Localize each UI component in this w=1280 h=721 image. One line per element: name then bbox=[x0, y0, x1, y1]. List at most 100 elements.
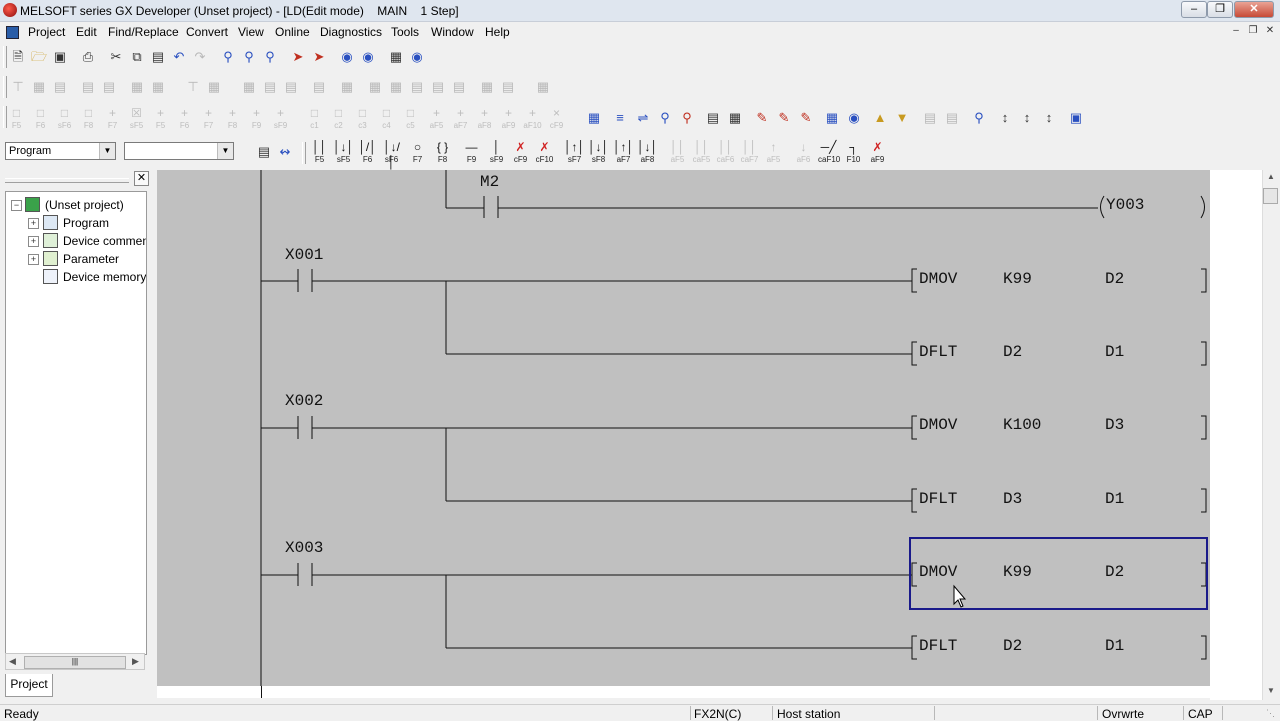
read-from-plc-icon[interactable]: ➤ bbox=[309, 47, 329, 67]
sfc-key[interactable]: □ F8 bbox=[78, 106, 99, 132]
expand-icon[interactable]: + bbox=[28, 218, 39, 229]
tree-item-program[interactable]: + Program bbox=[6, 214, 146, 232]
save-icon[interactable]: ▣ bbox=[50, 47, 70, 67]
sfc-key[interactable]: + sF9 bbox=[270, 106, 291, 132]
scroll-up-icon[interactable]: ▲ bbox=[1267, 172, 1275, 181]
sfc-key[interactable]: + aF9 bbox=[498, 106, 519, 132]
paste-icon[interactable]: ▤ bbox=[148, 47, 168, 67]
sfc-key[interactable]: □ F6 bbox=[30, 106, 51, 132]
falling-pulse-key[interactable]: │↓│ sF8 bbox=[588, 140, 609, 166]
sfc-key[interactable]: + aF10 bbox=[522, 106, 543, 132]
data-name-combo[interactable]: ▼ bbox=[124, 142, 234, 160]
closed-contact-key[interactable]: │/│ F6 bbox=[357, 140, 378, 166]
mdi-restore-button[interactable]: ❐ bbox=[1246, 25, 1260, 38]
delete-rule-line-key[interactable]: ✗ aF9 bbox=[867, 140, 888, 166]
search-icon[interactable]: ⚲ bbox=[969, 108, 989, 128]
disabled-key[interactable]: ↑ aF5 bbox=[763, 140, 784, 166]
application-instruction-key[interactable]: { } F8 bbox=[432, 140, 453, 166]
horizontal-line-key[interactable]: — F9 bbox=[461, 140, 482, 166]
find-instruction-icon[interactable]: ⚲ bbox=[239, 47, 259, 67]
ladder-monitor-icon[interactable]: ◉ bbox=[844, 108, 864, 128]
program-check-icon[interactable]: ▲ bbox=[870, 108, 890, 128]
sfc-icon[interactable]: ▤ bbox=[449, 77, 469, 97]
disabled-key[interactable]: ↓ aF6 bbox=[793, 140, 814, 166]
sfc-icon[interactable]: ▦ bbox=[477, 77, 497, 97]
write-mode-icon[interactable]: ✎ bbox=[774, 108, 794, 128]
maximize-button[interactable]: ❐ bbox=[1207, 1, 1233, 18]
scroll-left-icon[interactable]: ◀ bbox=[9, 656, 16, 667]
sfc-key[interactable]: □ c1 bbox=[304, 106, 325, 132]
sfc-icon[interactable]: ▤ bbox=[99, 77, 119, 97]
sfc-icon[interactable]: ▤ bbox=[281, 77, 301, 97]
sfc-key[interactable]: × cF9 bbox=[546, 106, 567, 132]
sfc-icon[interactable]: ▦ bbox=[533, 77, 553, 97]
menu-project[interactable]: Project bbox=[28, 25, 65, 39]
monitor-start-icon[interactable]: ◉ bbox=[337, 47, 357, 67]
zoom-icon[interactable]: ▦ bbox=[725, 108, 745, 128]
sfc-key[interactable]: + F7 bbox=[198, 106, 219, 132]
menu-diagnostics[interactable]: Diagnostics bbox=[320, 25, 382, 39]
tree-item-device-comment[interactable]: + Device commen bbox=[6, 232, 146, 250]
disabled-key[interactable]: ││ aF5 bbox=[667, 140, 688, 166]
rising-pulse-key[interactable]: │↑│ sF7 bbox=[564, 140, 585, 166]
sfc-icon[interactable]: ▤ bbox=[78, 77, 98, 97]
menu-window[interactable]: Window bbox=[431, 25, 474, 39]
sfc-icon[interactable]: ▤ bbox=[498, 77, 518, 97]
close-icon[interactable]: ✕ bbox=[134, 171, 149, 186]
vertical-line-key[interactable]: │ sF9 bbox=[486, 140, 507, 166]
statement-icon[interactable]: ⚲ bbox=[655, 108, 675, 128]
toolbar-grip[interactable] bbox=[302, 142, 306, 164]
scroll-down-icon[interactable]: ▼ bbox=[1267, 686, 1275, 695]
open-contact-key[interactable]: ││ F5 bbox=[309, 140, 330, 166]
app-icon[interactable] bbox=[3, 3, 17, 17]
transfer-setup-icon[interactable]: ▼ bbox=[892, 108, 912, 128]
sfc-key[interactable]: + aF7 bbox=[450, 106, 471, 132]
sfc-icon[interactable]: ▤ bbox=[309, 77, 329, 97]
toolbar-grip[interactable] bbox=[3, 76, 7, 98]
document-icon[interactable] bbox=[6, 26, 19, 39]
sfc-key[interactable]: ☒ sF5 bbox=[126, 106, 147, 132]
monitor-mode-icon[interactable]: ✎ bbox=[796, 108, 816, 128]
chevron-down-icon[interactable]: ▼ bbox=[217, 143, 233, 159]
scroll-right-icon[interactable]: ▶ bbox=[132, 656, 139, 667]
disabled-key[interactable]: ││ caF5 bbox=[691, 140, 712, 166]
step-icon[interactable]: ▤ bbox=[920, 108, 940, 128]
print-icon[interactable]: ⎙ bbox=[78, 47, 98, 67]
undo-icon[interactable]: ↶ bbox=[169, 47, 189, 67]
close-button[interactable]: ✕ bbox=[1234, 1, 1274, 18]
sfc-step-key[interactable]: □ F5 bbox=[6, 106, 27, 132]
sfc-key[interactable]: + F7 bbox=[102, 106, 123, 132]
open-folder-icon[interactable]: 🗁 bbox=[29, 47, 49, 67]
expand-icon[interactable]: + bbox=[28, 254, 39, 265]
tab-project[interactable]: Project bbox=[5, 674, 53, 697]
step-icon[interactable]: ▤ bbox=[942, 108, 962, 128]
rule-line-key[interactable]: ┐ F10 bbox=[843, 140, 864, 166]
device-test-icon[interactable]: ▦ bbox=[822, 108, 842, 128]
toolbar-grip[interactable] bbox=[3, 46, 7, 68]
delete-vertical-line-key[interactable]: ✗ cF10 bbox=[534, 140, 555, 166]
coil-key[interactable]: ○ F7 bbox=[407, 140, 428, 166]
menu-find-replace[interactable]: Find/Replace bbox=[108, 25, 179, 39]
sfc-key[interactable]: + aF5 bbox=[426, 106, 447, 132]
sfc-key[interactable]: + F9 bbox=[246, 106, 267, 132]
tree-root[interactable]: − (Unset project) bbox=[6, 196, 146, 214]
tree-item-parameter[interactable]: + Parameter bbox=[6, 250, 146, 268]
sfc-key[interactable]: □ c4 bbox=[376, 106, 397, 132]
sfc-key[interactable]: + aF8 bbox=[474, 106, 495, 132]
menu-tools[interactable]: Tools bbox=[391, 25, 419, 39]
write-to-plc-icon[interactable]: ➤ bbox=[288, 47, 308, 67]
redo-icon[interactable]: ↷ bbox=[190, 47, 210, 67]
data-type-combo[interactable]: Program ▼ bbox=[5, 142, 116, 160]
find-device-icon[interactable]: ⚲ bbox=[218, 47, 238, 67]
sfc-icon[interactable]: ▦ bbox=[29, 77, 49, 97]
delete-horizontal-line-key[interactable]: ✗ cF9 bbox=[510, 140, 531, 166]
menu-view[interactable]: View bbox=[238, 25, 264, 39]
sfc-icon[interactable]: ▤ bbox=[428, 77, 448, 97]
ladder-editor[interactable]: M2 Y003 X001 DMOV K99 D2 DFLT D2 D1 X002… bbox=[157, 170, 1210, 686]
tree-horizontal-scrollbar[interactable]: ◀ ||| ▶ bbox=[5, 653, 145, 670]
ladder-view-icon[interactable]: ▦ bbox=[584, 108, 604, 128]
sfc-key[interactable]: □ c5 bbox=[400, 106, 421, 132]
delete-row-icon[interactable]: ↕ bbox=[1017, 108, 1037, 128]
expand-icon[interactable]: + bbox=[28, 236, 39, 247]
panel-grip[interactable] bbox=[5, 178, 129, 183]
